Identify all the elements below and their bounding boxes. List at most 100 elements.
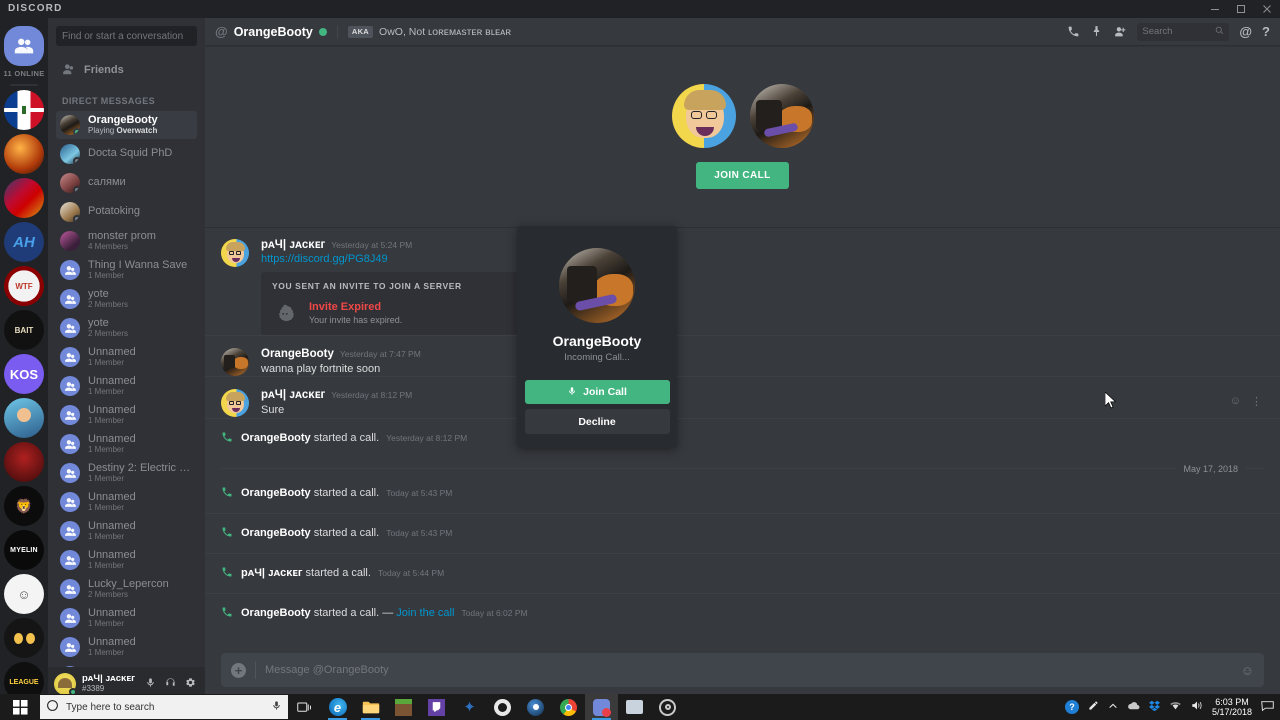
server-icon-ah[interactable]: AH	[4, 222, 44, 262]
maximize-icon[interactable]	[1228, 0, 1254, 18]
server-icon-dominican[interactable]	[4, 90, 44, 130]
search-input[interactable]: Find or start a conversation	[56, 26, 197, 46]
sidebar-item-friends[interactable]: Friends	[56, 56, 197, 84]
chevron-up-icon[interactable]	[1108, 701, 1118, 714]
dm-list-item[interactable]: Unnamed 1 Member	[56, 372, 197, 400]
message-input[interactable]: Message @OrangeBooty	[265, 664, 1232, 676]
pin-icon[interactable]	[1090, 25, 1103, 38]
server-icon-myelin[interactable]: MYELIN	[4, 530, 44, 570]
avatar[interactable]	[54, 673, 77, 696]
avatar	[60, 231, 80, 251]
server-icon-bait[interactable]: BAIT	[4, 310, 44, 350]
dm-list-item[interactable]: Docta Squid PhD	[56, 140, 197, 168]
dropbox-icon[interactable]	[1148, 700, 1160, 714]
dm-list-item[interactable]: Unnamed 1 Member	[56, 517, 197, 545]
join-the-call-link[interactable]: Join the call	[396, 607, 454, 619]
wifi-icon[interactable]	[1169, 700, 1182, 714]
phone-call-icon[interactable]	[1067, 25, 1080, 38]
server-icon-fireball[interactable]	[4, 134, 44, 174]
taskbar-search[interactable]: Type here to search	[40, 695, 288, 719]
dm-text-block: yote 2 Members	[88, 318, 128, 339]
dm-list-item[interactable]: yote 2 Members	[56, 285, 197, 313]
taskbar-apps[interactable]: e ✦	[288, 694, 684, 720]
headphones-icon[interactable]	[165, 677, 176, 691]
file-explorer-icon[interactable]	[354, 694, 387, 720]
twitch-icon[interactable]	[420, 694, 453, 720]
dm-list-item[interactable]: Potatoking	[56, 198, 197, 226]
dm-text-block: Potatoking	[88, 206, 140, 218]
server-icon-sketch[interactable]: ☺	[4, 574, 44, 614]
dm-list-item[interactable]: Unnamed 1 Member	[56, 633, 197, 661]
dm-list-item[interactable]: Thing I Wanna Save 1 Member	[56, 256, 197, 284]
dm-list-item[interactable]: yote 2 Members	[56, 314, 197, 342]
minimize-icon[interactable]	[1202, 0, 1228, 18]
dm-list-item[interactable]: monster prom 4 Members	[56, 227, 197, 255]
message-author[interactable]: pᴀЧ| ᴊᴀcκᴇг	[261, 389, 325, 401]
server-icon-gold-lion[interactable]: 🦁	[4, 486, 44, 526]
message-composer[interactable]: + Message @OrangeBooty ☺	[221, 653, 1264, 687]
server-icon-kos[interactable]: KOS	[4, 354, 44, 394]
server-icon-red-mask[interactable]	[4, 442, 44, 482]
message-author[interactable]: pᴀЧ| ᴊᴀcκᴇг	[261, 239, 325, 251]
home-button[interactable]	[4, 26, 44, 66]
task-view-icon[interactable]	[288, 694, 321, 720]
message-body: pᴀЧ| ᴊᴀcκᴇг Yesterday at 5:24 PM https:/…	[261, 239, 1264, 335]
join-call-button[interactable]: Join Call	[524, 379, 670, 405]
dm-list-item[interactable]: Unnamed 1 Member	[56, 488, 197, 516]
discord-icon[interactable]	[585, 694, 618, 720]
windows-start-icon[interactable]	[0, 694, 40, 720]
overwatch-icon[interactable]	[486, 694, 519, 720]
dm-list-item[interactable]: Destiny 2: Electric Boog...1 Member	[56, 459, 197, 487]
add-reaction-icon[interactable]: ☺	[1230, 395, 1241, 408]
steam-icon[interactable]	[519, 694, 552, 720]
notification-icon[interactable]	[1261, 700, 1274, 715]
decline-call-button[interactable]: Decline	[524, 409, 670, 435]
mentions-icon[interactable]: @	[1239, 24, 1252, 39]
cloud-icon[interactable]	[1127, 700, 1140, 714]
microphone-icon[interactable]	[271, 700, 282, 714]
search-input[interactable]: Search	[1137, 22, 1230, 41]
dm-list-item[interactable]: Unnamed 1 Member	[56, 401, 197, 429]
help-circle-icon[interactable]: ?	[1064, 700, 1079, 714]
media-app-icon[interactable]	[618, 694, 651, 720]
dm-list-item[interactable]: Unnamed 1 Member	[56, 430, 197, 458]
avatar[interactable]	[221, 348, 249, 376]
dm-list[interactable]: Friends DIRECT MESSAGES OrangeBooty Playi…	[48, 52, 205, 667]
dm-list-item[interactable]: Unnamed 1 Member	[56, 546, 197, 574]
server-icon-wtf[interactable]: WTF	[4, 266, 44, 306]
microsoft-edge-icon[interactable]: e	[321, 694, 354, 720]
dm-list-item[interactable]: салями	[56, 169, 197, 197]
google-chrome-icon[interactable]	[552, 694, 585, 720]
dm-list-item[interactable]: Lucky_Lepercon 2 Members	[56, 575, 197, 603]
dm-list-item[interactable]: Unnamed 1 Member	[56, 604, 197, 632]
speaker-icon[interactable]	[1191, 700, 1203, 714]
more-options-icon[interactable]: ⋮	[1251, 395, 1262, 408]
server-icon-ussr-usa[interactable]	[4, 178, 44, 218]
dm-text-block: Unnamed 1 Member	[88, 347, 136, 368]
dm-list-item[interactable]: Unnamed 1 Member	[56, 343, 197, 371]
plus-icon[interactable]: +	[231, 662, 246, 678]
add-friend-icon[interactable]	[1113, 25, 1127, 38]
microphone-icon[interactable]	[145, 677, 156, 691]
join-call-button[interactable]: JOIN CALL	[696, 162, 789, 189]
obs-studio-icon[interactable]	[651, 694, 684, 720]
server-rail[interactable]: 11 ONLINE AH WTF BAIT KOS 🦁 MYELIN ☺ LEA…	[0, 18, 48, 701]
message-list[interactable]: pᴀЧ| ᴊᴀcκᴇг Yesterday at 5:24 PM https:/…	[205, 228, 1280, 653]
gear-icon[interactable]	[185, 677, 196, 691]
close-icon[interactable]	[1254, 0, 1280, 18]
minecraft-icon[interactable]	[387, 694, 420, 720]
call-system-message: OrangeBooty started a call. Yesterday at…	[205, 417, 1280, 458]
server-icon-owl[interactable]	[4, 618, 44, 658]
dm-list-item[interactable]: OrangeBooty Playing Overwatch	[56, 111, 197, 139]
message-link[interactable]: https://discord.gg/PG8J49	[261, 253, 1264, 265]
server-icon-anime[interactable]	[4, 398, 44, 438]
emoji-icon[interactable]: ☺	[1241, 663, 1254, 678]
avatar[interactable]	[221, 389, 249, 418]
help-icon[interactable]: ?	[1262, 24, 1270, 39]
pen-icon[interactable]	[1088, 700, 1099, 714]
status-badge	[73, 128, 80, 135]
message-author[interactable]: OrangeBooty	[261, 348, 334, 360]
avatar[interactable]	[221, 239, 249, 267]
blue-app-icon[interactable]: ✦	[453, 694, 486, 720]
clock[interactable]: 6:03 PM 5/17/2018	[1212, 697, 1252, 718]
